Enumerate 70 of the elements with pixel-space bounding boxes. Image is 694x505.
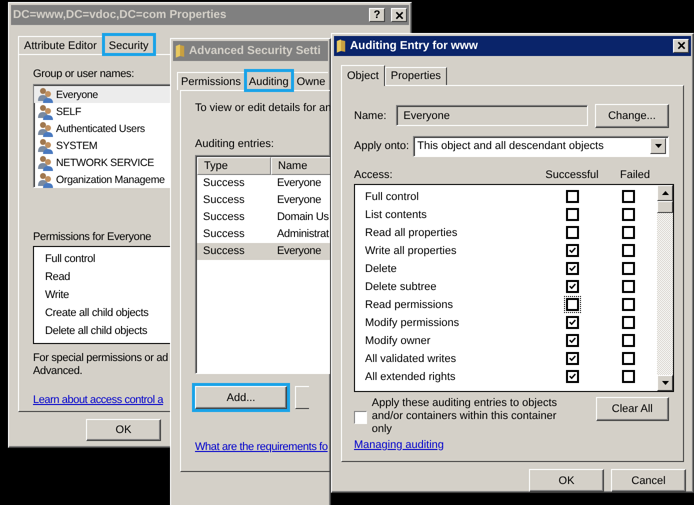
table-cell-text: Success	[202, 210, 246, 225]
table-cell-text: Everyone	[276, 193, 322, 208]
user-item[interactable]: Authenticated Users	[34, 120, 170, 137]
access-item: Modify permissions	[364, 316, 460, 329]
dialog-button[interactable]: OK	[86, 419, 161, 441]
name-label: Name:	[354, 110, 388, 122]
access-item: Full control	[364, 190, 420, 203]
table-row[interactable]: Success Administrat	[197, 226, 330, 243]
access-item: Delete	[364, 262, 398, 275]
access-item: Read permissions	[364, 298, 454, 311]
window-title: Advanced Security Setti	[189, 45, 322, 57]
window-title: Auditing Entry for www	[350, 40, 479, 52]
tab[interactable]: Object	[341, 64, 385, 86]
access-label: Access:	[354, 168, 394, 181]
permissions-label: Permissions for Everyone	[33, 231, 152, 243]
window-title: DC=www,DC=vdoc,DC=com Properties	[13, 9, 228, 21]
table-cell-text: Success	[202, 227, 246, 242]
access-item: Write all properties	[364, 244, 458, 257]
table-cell-text: Domain Us	[276, 210, 330, 225]
user-item[interactable]: NETWORK SERVICE	[34, 154, 170, 171]
user-item[interactable]: SELF	[34, 103, 170, 120]
dialog-button[interactable]: Add...	[195, 386, 287, 409]
access-item: Read all properties	[364, 226, 458, 239]
tab[interactable]: Attribute Editor	[18, 36, 103, 54]
dialog-button[interactable]: Cancel	[611, 469, 686, 492]
note-text: For special permissions or ad	[33, 352, 168, 365]
permission-item: Create all child objects	[44, 306, 150, 321]
table-row[interactable]: Success Everyone	[197, 192, 330, 209]
column-header: Failed	[619, 168, 651, 181]
tab[interactable]: Permissions	[177, 72, 245, 90]
permission-item: Read	[44, 270, 72, 285]
access-item: All validated writes	[364, 352, 458, 365]
help-button[interactable]: ?	[369, 8, 385, 22]
tab[interactable]: Security	[102, 34, 155, 55]
apply-dropdown[interactable]: This object and all descendant objects	[413, 136, 669, 157]
access-item: List contents	[364, 208, 428, 221]
change-button[interactable]: Change...	[594, 104, 669, 128]
column-header[interactable]: Type	[197, 157, 271, 175]
tab[interactable]: Properties	[384, 66, 447, 85]
table-cell-text: Success	[202, 244, 246, 259]
user-item[interactable]: Everyone	[34, 86, 170, 103]
table-cell-text: Success	[202, 193, 246, 208]
table-row[interactable]: Success Domain Us	[197, 209, 330, 226]
dialog-button[interactable]: OK	[529, 469, 604, 492]
note-text: Advanced.	[33, 365, 82, 378]
permission-item: Full control	[44, 252, 96, 267]
table-cell-text: Everyone	[276, 176, 322, 191]
access-item: Modify owner	[364, 334, 432, 347]
table-cell-text: Everyone	[276, 244, 322, 259]
clear-all-button[interactable]: Clear All	[596, 396, 669, 421]
apply-label: Apply onto:	[354, 140, 410, 152]
access-item: Delete subtree	[364, 280, 438, 293]
permission-item: Write	[44, 288, 70, 303]
name-field: Everyone	[396, 105, 588, 126]
help-link[interactable]: Learn about access control a	[33, 394, 164, 406]
help-link[interactable]: Managing auditing	[354, 438, 444, 451]
table-row[interactable]: Success Everyone	[197, 243, 330, 260]
group-label: Group or user names:	[33, 68, 134, 80]
user-item[interactable]: SYSTEM	[34, 137, 170, 154]
help-link[interactable]: What are the requirements fo	[195, 441, 328, 453]
tab[interactable]: Auditing	[244, 70, 293, 91]
entries-label: Auditing entries:	[195, 138, 274, 150]
table-row[interactable]: Success Everyone	[197, 175, 330, 192]
table-cell-text: Success	[202, 176, 246, 191]
column-header: Successful	[544, 168, 600, 181]
user-item[interactable]: Organization Manageme	[34, 171, 170, 188]
table-cell-text: Administrat	[276, 227, 330, 242]
access-item: All extended rights	[364, 370, 456, 383]
permission-item: Delete all child objects	[44, 324, 148, 339]
checkbox-label: Apply these auditing entries to objects and/or containers within this container only	[372, 396, 558, 436]
